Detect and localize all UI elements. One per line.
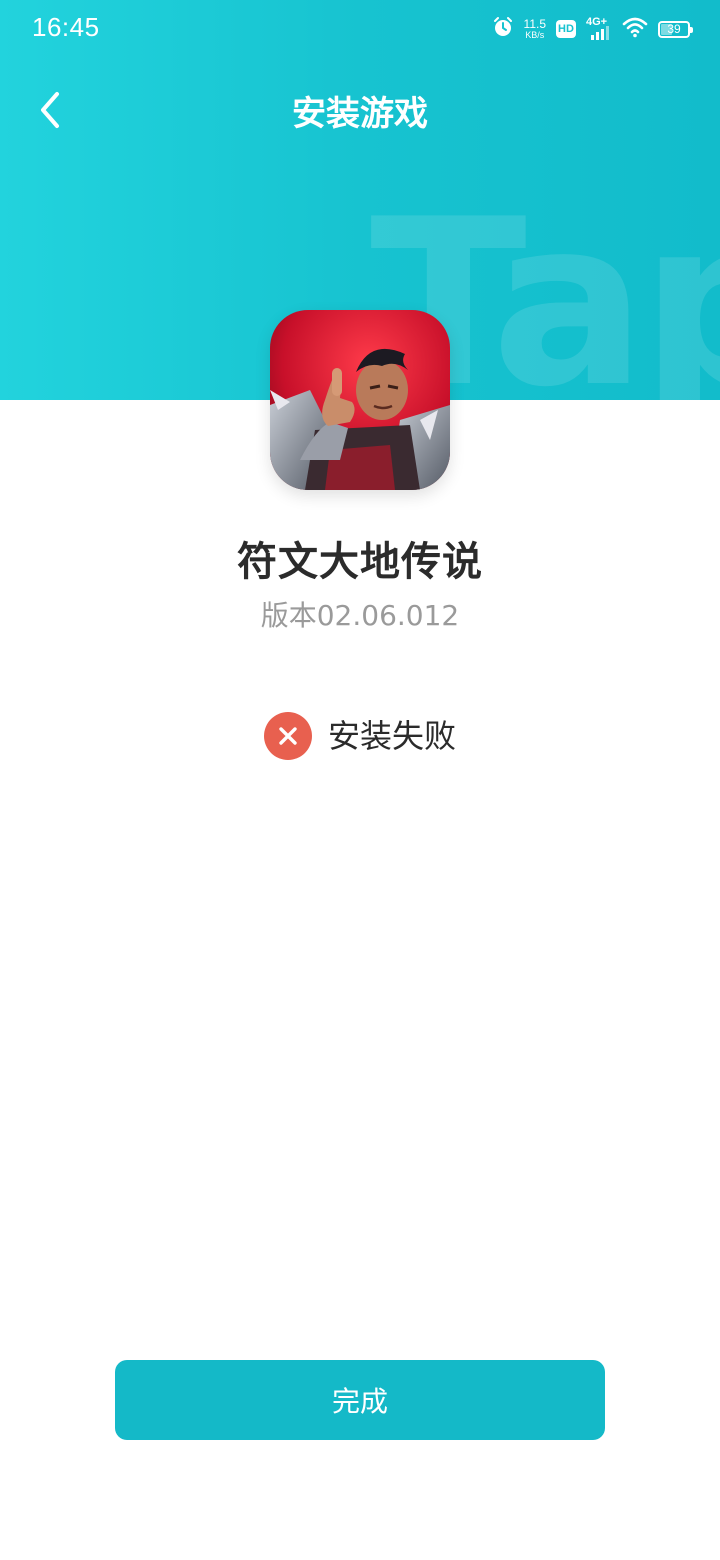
install-status: 安装失败 xyxy=(0,712,720,760)
hd-badge: HD xyxy=(556,20,576,38)
cellular-signal-icon: 4G+ xyxy=(586,16,612,42)
done-button[interactable]: 完成 xyxy=(115,1360,605,1440)
network-speed-unit: KB/s xyxy=(525,30,545,40)
game-name: 符文大地传说 xyxy=(237,539,483,585)
status-icons: 11.5 KB/s HD 4G+ 39 xyxy=(492,14,693,44)
battery-level: 39 xyxy=(667,21,681,36)
status-time: 16:45 xyxy=(32,12,100,42)
alarm-icon xyxy=(492,16,514,42)
wifi-icon xyxy=(622,16,648,42)
error-x-icon xyxy=(263,712,312,760)
install-status-text: 安装失败 xyxy=(327,717,456,755)
page-title: 安装游戏 xyxy=(292,94,428,134)
install-game-screen: Tap 16:45 11.5 KB/s HD 4G+ xyxy=(0,0,720,1560)
game-version: 版本02.06.012 xyxy=(260,599,460,632)
network-speed: 11.5 KB/s xyxy=(524,18,546,40)
game-icon xyxy=(270,310,450,490)
status-bar: 16:45 11.5 KB/s HD 4G+ 39 xyxy=(0,0,720,56)
battery-icon: 39 xyxy=(658,20,693,38)
network-speed-value: 11.5 xyxy=(523,17,546,31)
